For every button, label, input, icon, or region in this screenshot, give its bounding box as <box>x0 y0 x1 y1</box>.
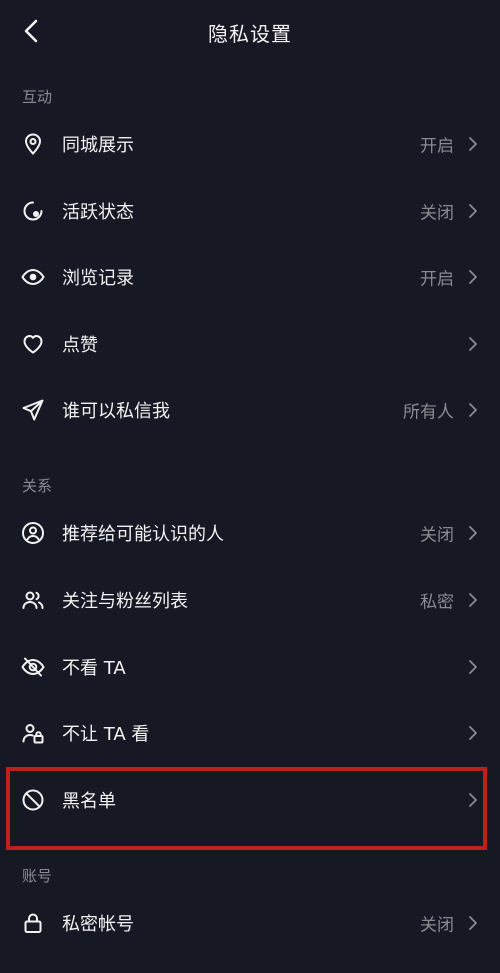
eye-icon <box>20 264 46 290</box>
chevron-right-icon <box>469 593 477 607</box>
setting-value: 私密 <box>420 592 454 613</box>
user-lock-icon <box>20 720 46 746</box>
chevron-right-icon <box>469 793 477 807</box>
setting-value: 开启 <box>420 269 454 290</box>
setting-label: 同城展示 <box>62 135 134 156</box>
setting-value: 关闭 <box>420 525 454 546</box>
setting-value: 开启 <box>420 136 454 157</box>
setting-row-likes[interactable]: 点赞 <box>0 311 500 377</box>
chevron-right-icon <box>469 660 477 674</box>
setting-label: 不看 TA <box>62 658 126 679</box>
activity-circle-icon <box>20 198 46 224</box>
setting-row-private-account[interactable]: 私密帐号 关闭 <box>0 890 500 956</box>
section-label-relation: 关系 <box>22 477 53 495</box>
setting-value: 关闭 <box>420 915 454 936</box>
setting-label: 点赞 <box>62 335 98 356</box>
setting-label: 浏览记录 <box>62 268 134 289</box>
lock-icon <box>20 910 46 936</box>
setting-label: 活跃状态 <box>62 202 134 223</box>
setting-row-recommend-to-contacts[interactable]: 推荐给可能认识的人 关闭 <box>0 500 500 566</box>
users-icon <box>20 587 46 613</box>
heart-icon <box>20 331 46 357</box>
chevron-right-icon <box>469 137 477 151</box>
setting-row-activity-status[interactable]: 活跃状态 关闭 <box>0 178 500 244</box>
setting-row-hide-from-them[interactable]: 不让 TA 看 <box>0 700 500 766</box>
chevron-right-icon <box>469 916 477 930</box>
chevron-right-icon <box>469 403 477 417</box>
chevron-right-icon <box>469 204 477 218</box>
page-title: 隐私设置 <box>208 22 292 46</box>
setting-value: 所有人 <box>403 402 454 423</box>
setting-row-hide-their-content[interactable]: 不看 TA <box>0 634 500 700</box>
setting-label: 黑名单 <box>62 791 116 812</box>
top-nav-bar: 隐私设置 <box>0 0 500 64</box>
setting-row-blacklist[interactable]: 黑名单 <box>0 767 500 833</box>
paper-plane-icon <box>20 397 46 423</box>
setting-row-who-can-message[interactable]: 谁可以私信我 所有人 <box>0 377 500 443</box>
setting-value: 关闭 <box>420 203 454 224</box>
setting-row-local-display[interactable]: 同城展示 开启 <box>0 111 500 177</box>
location-pin-icon <box>20 131 46 157</box>
setting-label: 谁可以私信我 <box>62 401 170 422</box>
setting-label: 私密帐号 <box>62 914 134 935</box>
block-icon <box>20 787 46 813</box>
chevron-right-icon <box>469 270 477 284</box>
section-label-interaction: 互动 <box>22 88 53 106</box>
setting-row-following-followers[interactable]: 关注与粉丝列表 私密 <box>0 567 500 633</box>
setting-label: 不让 TA 看 <box>62 724 150 745</box>
user-circle-icon <box>20 520 46 546</box>
setting-label: 推荐给可能认识的人 <box>62 524 224 545</box>
setting-label: 关注与粉丝列表 <box>62 591 188 612</box>
eye-off-icon <box>20 654 46 680</box>
section-label-account: 账号 <box>22 867 53 885</box>
chevron-right-icon <box>469 726 477 740</box>
setting-row-browse-history[interactable]: 浏览记录 开启 <box>0 244 500 310</box>
chevron-right-icon <box>469 526 477 540</box>
chevron-right-icon <box>469 337 477 351</box>
